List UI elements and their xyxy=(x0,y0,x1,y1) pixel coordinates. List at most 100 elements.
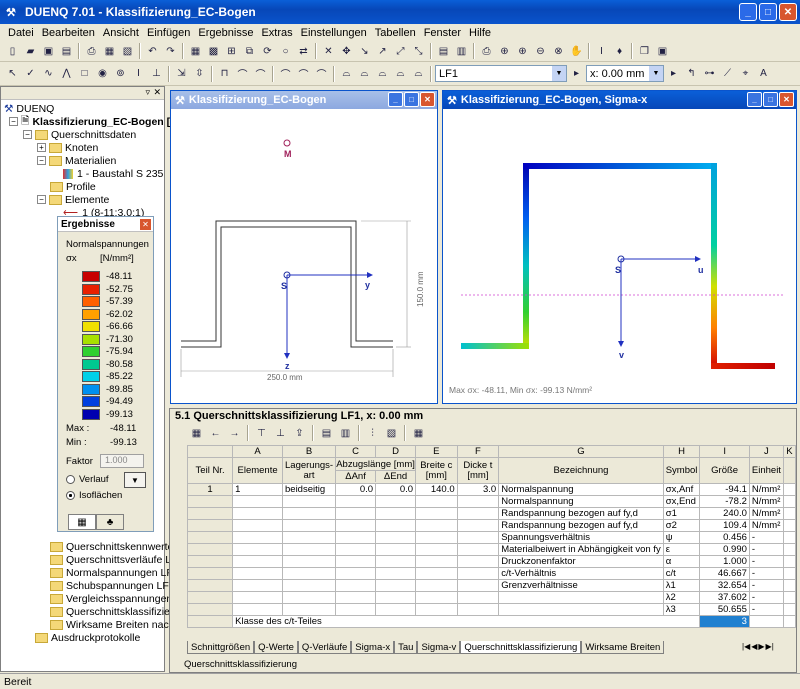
minimize-button[interactable]: _ xyxy=(747,92,762,107)
move-icon[interactable]: ✥ xyxy=(338,43,355,60)
point-icon[interactable]: ♦ xyxy=(611,43,628,60)
divide-icon[interactable]: ↗ xyxy=(374,43,391,60)
redo-icon[interactable]: ↷ xyxy=(162,43,179,60)
hinge-icon[interactable]: ⊥ xyxy=(148,65,165,82)
first-tab-icon[interactable]: |◀ xyxy=(742,642,750,651)
tree-item-querschnittsverlaeufe[interactable]: Querschnittsverläufe LF1 xyxy=(50,553,183,566)
grid-icon[interactable]: ▩ xyxy=(205,43,222,60)
section-icon[interactable]: I xyxy=(593,43,610,60)
dropdown-button[interactable]: ▼ xyxy=(124,472,146,488)
result-b-icon[interactable]: ⌒ xyxy=(252,65,269,82)
prev-icon[interactable]: ← xyxy=(207,425,224,442)
next-icon[interactable]: → xyxy=(226,425,243,442)
isoflaechen-radio[interactable]: Isoflächen xyxy=(66,490,122,501)
copy-icon[interactable]: ▤ xyxy=(318,425,335,442)
tab-schnittgroessen[interactable]: Schnittgrößen xyxy=(187,641,255,654)
list-icon[interactable]: ▤ xyxy=(435,43,452,60)
result-a-icon[interactable]: ⌒ xyxy=(234,65,251,82)
sheet-icon[interactable]: ▧ xyxy=(383,425,400,442)
loadcase-select[interactable]: LF1 ▼ xyxy=(435,65,567,82)
duplicate-icon[interactable]: ⧉ xyxy=(241,43,258,60)
tree-item-querschnittskennwerte[interactable]: Querschnittskennwerte LF xyxy=(50,540,189,553)
connect-icon[interactable]: ↘ xyxy=(356,43,373,60)
window-tile-icon[interactable]: ▣ xyxy=(654,43,671,60)
rectangle-icon[interactable]: □ xyxy=(76,65,93,82)
polyline-icon[interactable]: ⋀ xyxy=(58,65,75,82)
tree-item-profile[interactable]: Profile xyxy=(50,180,96,193)
curve-icon[interactable]: ∿ xyxy=(40,65,57,82)
filter-icon[interactable]: ⊤ xyxy=(253,425,270,442)
table-icon[interactable]: ▦ xyxy=(187,43,204,60)
menu-extras[interactable]: Extras xyxy=(257,27,296,39)
maximize-button[interactable]: □ xyxy=(763,92,778,107)
next-tab-icon[interactable]: ▶ xyxy=(758,642,764,651)
result-i-icon[interactable]: ⌓ xyxy=(392,65,409,82)
tree-item-materialien[interactable]: − Materialien xyxy=(37,154,116,167)
sheet-icon[interactable]: ▥ xyxy=(453,43,470,60)
tab-sigma-v[interactable]: Sigma-v xyxy=(417,641,461,654)
result-h-icon[interactable]: ⌓ xyxy=(374,65,391,82)
menu-datei[interactable]: Datei xyxy=(4,27,38,39)
tree-item-knoten[interactable]: + Knoten xyxy=(37,141,98,154)
maximize-button[interactable]: □ xyxy=(404,92,419,107)
columns-icon[interactable]: ⫶ xyxy=(364,425,381,442)
tree-item-ausdruckprotokolle[interactable]: Ausdruckprotokolle xyxy=(23,631,140,644)
extend-icon[interactable]: ⤢ xyxy=(392,43,409,60)
open-icon[interactable]: ▰ xyxy=(22,43,39,60)
print-icon[interactable]: ⎙ xyxy=(83,43,100,60)
menu-hilfe[interactable]: Hilfe xyxy=(465,27,495,39)
ruler-icon[interactable]: ⟋ xyxy=(719,65,736,82)
klasse-value[interactable]: 3 xyxy=(699,615,750,628)
text-icon[interactable]: A xyxy=(755,65,772,82)
save-icon[interactable]: ▣ xyxy=(40,43,57,60)
minimize-button[interactable]: _ xyxy=(388,92,403,107)
member-icon[interactable]: ⊓ xyxy=(216,65,233,82)
tree-item-material-1[interactable]: 1 - Baustahl S 235 xyxy=(63,167,163,180)
stress-icon[interactable]: ↖ xyxy=(4,65,21,82)
delete-icon[interactable]: ✕ xyxy=(320,43,337,60)
menu-fenster[interactable]: Fenster xyxy=(420,27,465,39)
minimize-button[interactable]: _ xyxy=(739,3,757,21)
clipboard-icon[interactable]: ▧ xyxy=(119,43,136,60)
position-select[interactable]: x: 0.00 mm ▼ xyxy=(586,65,664,82)
rotate-icon[interactable]: ⟳ xyxy=(259,43,276,60)
next-icon[interactable]: ▸ xyxy=(568,65,585,82)
arrows-icon[interactable]: ⇳ xyxy=(191,65,208,82)
i-section-icon[interactable]: I xyxy=(130,65,147,82)
arrow-icon[interactable]: ⇲ xyxy=(173,65,190,82)
center-icon[interactable]: ⌖ xyxy=(737,65,754,82)
tab-tau[interactable]: Tau xyxy=(394,641,418,654)
pointer-icon[interactable]: ↰ xyxy=(683,65,700,82)
circle-icon[interactable]: ◉ xyxy=(94,65,111,82)
result-j-icon[interactable]: ⌓ xyxy=(410,65,427,82)
zoom-in-icon[interactable]: ⊕ xyxy=(514,43,531,60)
window-cascade-icon[interactable]: ❐ xyxy=(636,43,653,60)
menu-tabellen[interactable]: Tabellen xyxy=(371,27,420,39)
print-preview-icon[interactable]: ▦ xyxy=(101,43,118,60)
result-f-icon[interactable]: ⌓ xyxy=(338,65,355,82)
tree-item-elemente[interactable]: − Elemente xyxy=(37,193,109,206)
export-icon[interactable]: ⇪ xyxy=(291,425,308,442)
pan-icon[interactable]: ✋ xyxy=(568,43,585,60)
tab-q-verlaeufe[interactable]: Q-Verläufe xyxy=(297,641,352,654)
tab-wirksame-breiten[interactable]: Wirksame Breiten xyxy=(581,641,665,654)
new-icon[interactable]: ▯ xyxy=(4,43,21,60)
close-button[interactable]: ✕ xyxy=(420,92,435,107)
settings-icon[interactable]: ▦ xyxy=(188,425,205,442)
zoom-out-icon[interactable]: ⊖ xyxy=(532,43,549,60)
tree-item-schubspannungen[interactable]: Schubspannungen LF1, x xyxy=(50,579,186,592)
tree-item-querschnittsklassifizierung[interactable]: Querschnittsklassifizierun xyxy=(50,605,185,618)
close-icon[interactable]: ✕ xyxy=(140,219,151,230)
pin-icon[interactable]: ▿ xyxy=(145,87,150,98)
verlauf-radio[interactable]: Verlauf xyxy=(66,474,109,485)
prev-tab-icon[interactable]: ◀ xyxy=(751,642,757,651)
filter-down-icon[interactable]: ⊥ xyxy=(272,425,289,442)
menu-einstellungen[interactable]: Einstellungen xyxy=(297,27,371,39)
maximize-button[interactable]: □ xyxy=(759,3,777,21)
target-icon[interactable]: ⊚ xyxy=(112,65,129,82)
result-c-icon[interactable]: ⌒ xyxy=(277,65,294,82)
close-button[interactable]: ✕ xyxy=(779,92,794,107)
node-grid-icon[interactable]: ⊞ xyxy=(223,43,240,60)
dimension-icon[interactable]: ⊶ xyxy=(701,65,718,82)
navigator-close-icon[interactable]: ✕ xyxy=(153,87,161,98)
